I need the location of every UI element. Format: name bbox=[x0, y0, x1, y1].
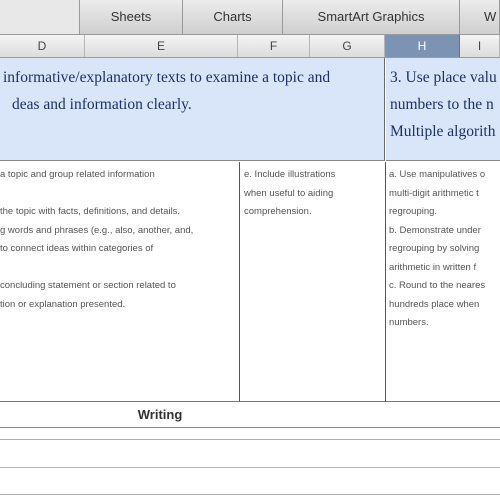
detail-text-line: the topic with facts, definitions, and d… bbox=[0, 206, 181, 217]
detail-text-line: when useful to aiding bbox=[244, 187, 334, 199]
ribbon-tab-label: SmartArt Graphics bbox=[317, 9, 425, 24]
header-text-line: deas and information clearly. bbox=[12, 96, 192, 113]
detail-text-line: g words and phrases (e.g., also, another… bbox=[0, 224, 194, 236]
column-header-e[interactable]: E bbox=[85, 35, 238, 57]
detail-text-line: arithmetic in written f bbox=[389, 261, 477, 273]
detail-text-line: c. Round to the neares bbox=[389, 280, 486, 291]
ribbon-tab-label: W bbox=[484, 9, 497, 24]
column-header-label: D bbox=[37, 39, 47, 53]
column-header-h[interactable]: H bbox=[385, 35, 460, 57]
column-header-g[interactable]: G bbox=[310, 35, 385, 57]
detail-text-line: concluding statement or section related … bbox=[0, 280, 176, 291]
detail-text-line: e. Include illustrations bbox=[244, 169, 336, 180]
standard-header-cell-writing[interactable]: informative/explanatory texts to examine… bbox=[0, 58, 385, 161]
header-text-line: informative/explanatory texts to examine… bbox=[3, 69, 331, 86]
ribbon-tab-label: Sheets bbox=[110, 9, 152, 24]
detail-text-line: numbers. bbox=[389, 317, 429, 328]
column-header-label: I bbox=[477, 39, 482, 53]
grid-line bbox=[0, 494, 500, 495]
detail-text-line: regrouping. bbox=[389, 206, 438, 217]
detail-text-line: tion or explanation presented. bbox=[0, 298, 126, 310]
detail-text-line: a topic and group related information bbox=[0, 169, 155, 180]
column-header-label: F bbox=[269, 39, 278, 53]
detail-text-line: b. Demonstrate under bbox=[389, 224, 481, 236]
ribbon-tab-charts[interactable]: Charts bbox=[183, 0, 283, 34]
ribbon-tab-home[interactable] bbox=[0, 0, 80, 34]
grid-line bbox=[0, 467, 500, 468]
column-header-f[interactable]: F bbox=[238, 35, 310, 57]
column-header-label: H bbox=[417, 39, 427, 53]
ribbon-tab-bar: Sheets Charts SmartArt Graphics W bbox=[0, 0, 500, 35]
detail-text-line: multi-digit arithmetic t bbox=[389, 187, 479, 199]
header-text-line: numbers to the n bbox=[390, 96, 494, 113]
detail-text-line: a. Use manipulatives o bbox=[389, 169, 486, 180]
ribbon-tab-smartart-graphics[interactable]: SmartArt Graphics bbox=[283, 0, 460, 34]
ribbon-tab-label: Charts bbox=[213, 9, 252, 24]
detail-text-line bbox=[0, 259, 239, 278]
ribbon-tab-sheets[interactable]: Sheets bbox=[80, 0, 183, 34]
header-text-line: Multiple algorith bbox=[390, 123, 496, 140]
grid-line bbox=[0, 439, 500, 440]
detail-cell-de[interactable]: a topic and group related information th… bbox=[0, 162, 240, 402]
column-header-d[interactable]: D bbox=[0, 35, 85, 57]
ribbon-tab-wordart[interactable]: W bbox=[460, 0, 500, 34]
writing-section-row[interactable]: Writing bbox=[0, 403, 500, 428]
writing-section-label: Writing bbox=[137, 407, 183, 422]
header-text-line: 3. Use place valu bbox=[390, 69, 497, 86]
column-header-i[interactable]: I bbox=[460, 35, 500, 57]
column-header-label: G bbox=[342, 39, 352, 53]
standard-header-cell-math[interactable]: 3. Use place valu numbers to the n Multi… bbox=[386, 58, 500, 161]
detail-text-line bbox=[0, 185, 239, 204]
detail-cell-fg[interactable]: e. Include illustrations when useful to … bbox=[240, 162, 386, 402]
detail-cell-hi[interactable]: a. Use manipulatives o multi-digit arith… bbox=[386, 162, 500, 402]
detail-text-line: hundreds place when bbox=[389, 298, 480, 310]
detail-text-line: comprehension. bbox=[244, 206, 312, 217]
column-header-row: D E F G H I bbox=[0, 35, 500, 58]
column-header-label: E bbox=[156, 39, 165, 53]
detail-text-line: to connect ideas within categories of bbox=[0, 243, 154, 254]
detail-text-line: regrouping by solving bbox=[389, 243, 480, 254]
